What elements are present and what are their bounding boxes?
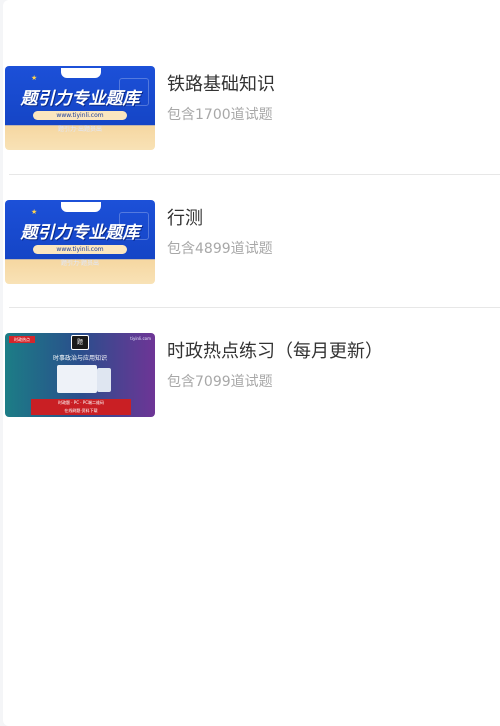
thumb-tag: 题引力·题员出 bbox=[61, 260, 99, 267]
badge-logo bbox=[61, 68, 101, 78]
thumbnail-image: 时政热点 题 tiyinli.com 时事政治与应用知识 时政题 · PC · … bbox=[5, 333, 155, 417]
thumb-box-line: 时政题 · PC · PC端二维码 bbox=[57, 400, 105, 405]
thumb-info-box: 时政题 · PC · PC端二维码 在线刷题·资料下载 bbox=[31, 399, 131, 415]
item-subtitle: 包含7099道试题 bbox=[167, 374, 273, 390]
star-icon: ★ bbox=[31, 74, 38, 82]
item-subtitle: 包含1700道试题 bbox=[167, 107, 273, 123]
thumb-box-line: 在线刷题·资料下载 bbox=[64, 408, 98, 413]
list-item[interactable]: ★ 题引力专业题库 www.tiyinli.com 题引力·题员出 行测 包含4… bbox=[3, 200, 500, 310]
thumbnail-image: ★ 题引力专业题库 www.tiyinli.com 题引力·出题员出 bbox=[5, 66, 155, 150]
screenshot-graphic bbox=[57, 365, 97, 393]
list-item[interactable]: ★ 题引力专业题库 www.tiyinli.com 题引力·出题员出 铁路基础知… bbox=[3, 66, 500, 176]
question-bank-list: ★ 题引力专业题库 www.tiyinli.com 题引力·出题员出 铁路基础知… bbox=[3, 0, 500, 726]
thumb-site: tiyinli.com bbox=[130, 336, 151, 341]
thumb-headline: 题引力专业题库 bbox=[20, 89, 140, 109]
divider bbox=[9, 307, 500, 308]
badge-logo bbox=[61, 202, 101, 212]
thumb-headline: 时事政治与应用知识 bbox=[52, 355, 107, 362]
thumb-headline: 题引力专业题库 bbox=[20, 223, 140, 243]
list-item[interactable]: 时政热点 题 tiyinli.com 时事政治与应用知识 时政题 · PC · … bbox=[3, 333, 500, 443]
divider bbox=[9, 174, 500, 175]
thumb-tag: 题引力·出题员出 bbox=[58, 126, 102, 133]
item-title[interactable]: 铁路基础知识 bbox=[167, 70, 275, 96]
thumbnail-image: ★ 题引力专业题库 www.tiyinli.com 题引力·题员出 bbox=[5, 200, 155, 284]
thumb-tag: 时政热点 bbox=[9, 336, 35, 343]
item-title[interactable]: 时政热点练习（每月更新） bbox=[167, 337, 383, 363]
thumb-url: www.tiyinli.com bbox=[33, 245, 127, 254]
logo-icon: 题 bbox=[71, 335, 89, 350]
thumb-url: www.tiyinli.com bbox=[33, 111, 127, 120]
star-icon: ★ bbox=[31, 208, 38, 216]
item-title[interactable]: 行测 bbox=[167, 204, 203, 230]
item-subtitle: 包含4899道试题 bbox=[167, 241, 273, 257]
phone-graphic bbox=[97, 368, 111, 392]
